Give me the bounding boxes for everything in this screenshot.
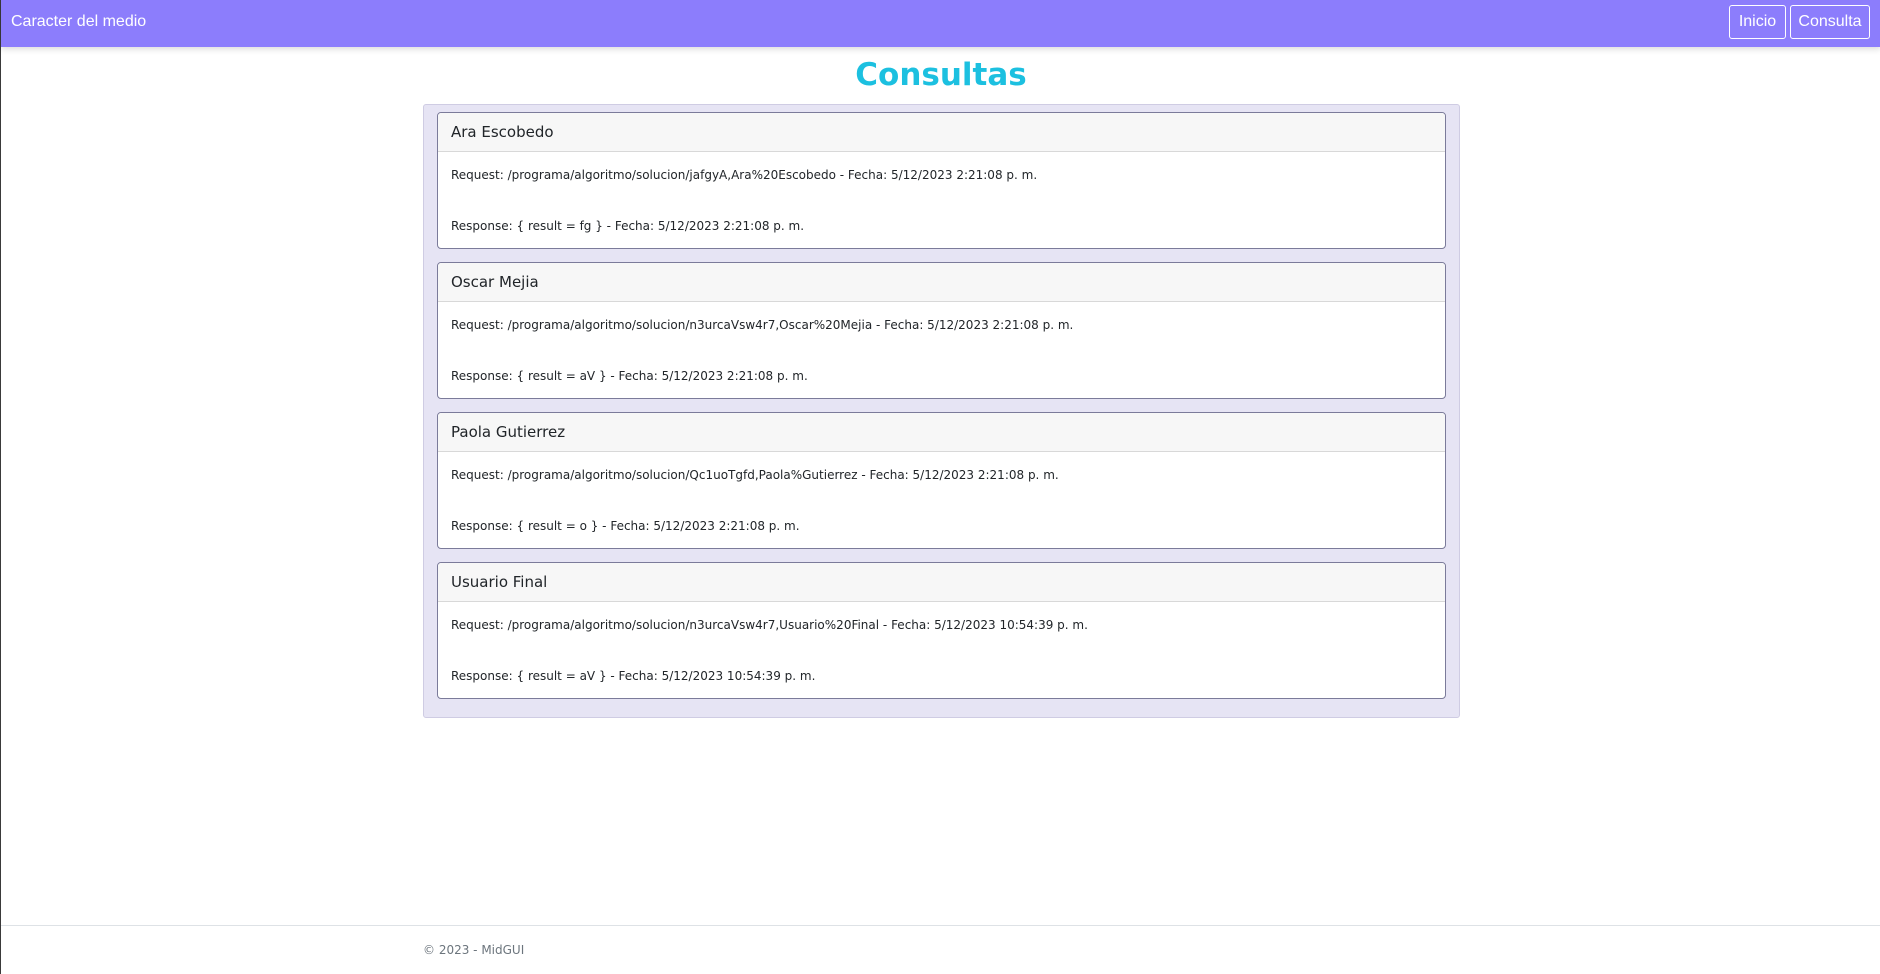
brand-title[interactable]: Caracter del medio xyxy=(11,13,146,31)
consulta-response-text: Response: { result = aV } - Fecha: 5/12/… xyxy=(451,669,816,683)
footer: © 2023 - MidGUI xyxy=(1,925,1880,974)
consulta-card: Usuario Final Request: /programa/algorit… xyxy=(437,562,1446,699)
consulta-response-text: Response: { result = fg } - Fecha: 5/12/… xyxy=(451,219,805,233)
consulta-card: Paola Gutierrez Request: /programa/algor… xyxy=(437,412,1446,549)
consulta-card: Oscar Mejia Request: /programa/algoritmo… xyxy=(437,262,1446,399)
consulta-response-text: Response: { result = o } - Fecha: 5/12/2… xyxy=(451,519,800,533)
consulta-card-header: Usuario Final xyxy=(438,563,1445,602)
consulta-request-text: Request: /programa/algoritmo/solucion/n3… xyxy=(451,618,1088,632)
footer-copyright: © 2023 - MidGUI xyxy=(423,943,525,957)
nav-inicio-button[interactable]: Inicio xyxy=(1729,5,1786,39)
consulta-response-text: Response: { result = aV } - Fecha: 5/12/… xyxy=(451,369,808,383)
consulta-card-header: Paola Gutierrez xyxy=(438,413,1445,452)
consulta-request-text: Request: /programa/algoritmo/solucion/ja… xyxy=(451,168,1038,182)
consulta-card: Ara Escobedo Request: /programa/algoritm… xyxy=(437,112,1446,249)
consultas-panel: Ara Escobedo Request: /programa/algoritm… xyxy=(423,104,1460,718)
consulta-request-text: Request: /programa/algoritmo/solucion/n3… xyxy=(451,318,1074,332)
consulta-request-text: Request: /programa/algoritmo/solucion/Qc… xyxy=(451,468,1059,482)
page-title: Consultas xyxy=(855,57,1027,93)
nav-consulta-button[interactable]: Consulta xyxy=(1790,5,1870,39)
consulta-card-header: Oscar Mejia xyxy=(438,263,1445,302)
consulta-card-header: Ara Escobedo xyxy=(438,113,1445,152)
navbar: Caracter del medio Inicio Consulta xyxy=(1,0,1880,47)
